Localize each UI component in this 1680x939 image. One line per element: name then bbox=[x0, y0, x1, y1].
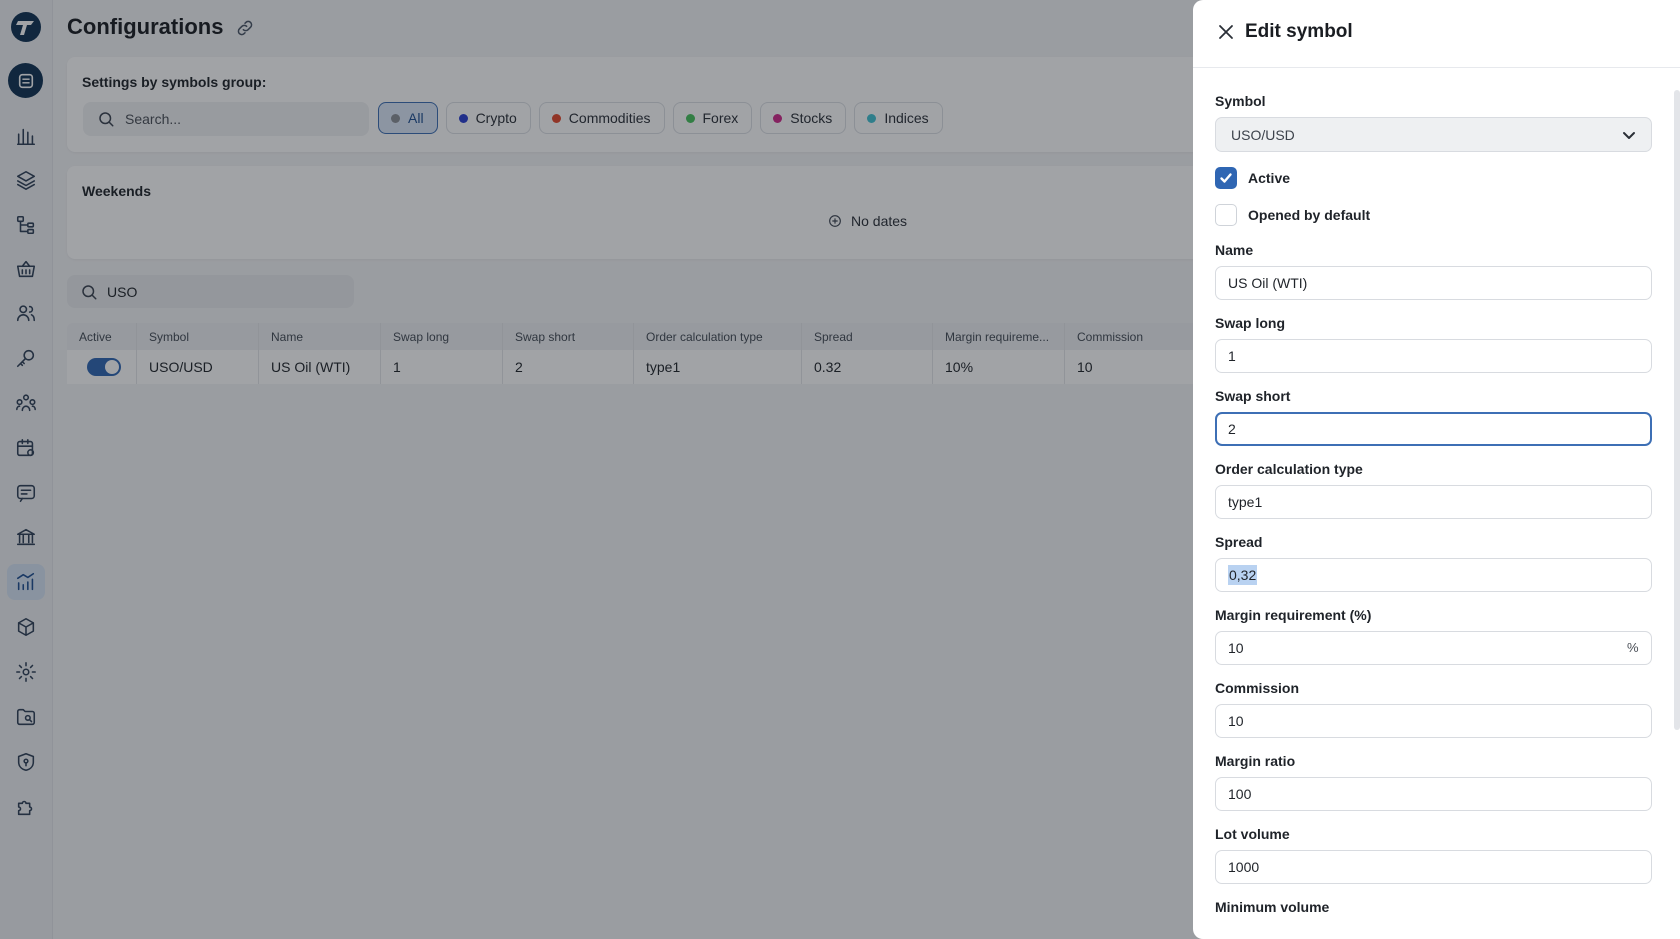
active-checkbox-row[interactable]: Active bbox=[1215, 167, 1290, 189]
order-type-input[interactable] bbox=[1215, 485, 1652, 519]
commission-input[interactable] bbox=[1215, 704, 1652, 738]
symbol-select[interactable]: USO/USD bbox=[1215, 117, 1652, 152]
swap-short-input[interactable] bbox=[1215, 412, 1652, 446]
order-type-label: Order calculation type bbox=[1215, 461, 1363, 477]
margin-requirement-label: Margin requirement (%) bbox=[1215, 607, 1372, 623]
drawer-scrollbar[interactable] bbox=[1674, 90, 1680, 730]
name-label: Name bbox=[1215, 242, 1254, 258]
percent-suffix: % bbox=[1627, 640, 1639, 655]
margin-requirement-input[interactable] bbox=[1215, 631, 1652, 665]
chevron-down-icon bbox=[1622, 128, 1636, 142]
lot-volume-input[interactable] bbox=[1215, 850, 1652, 884]
check-icon bbox=[1220, 173, 1232, 183]
opened-default-label: Opened by default bbox=[1248, 207, 1371, 223]
active-checkbox-label: Active bbox=[1248, 170, 1291, 186]
drawer-header: Edit symbol bbox=[1193, 0, 1680, 68]
swap-long-label: Swap long bbox=[1215, 315, 1285, 331]
swap-short-label: Swap short bbox=[1215, 388, 1291, 404]
spread-input-value: 0,32 bbox=[1228, 565, 1258, 585]
margin-ratio-label: Margin ratio bbox=[1215, 753, 1296, 769]
active-checkbox[interactable] bbox=[1215, 167, 1237, 189]
name-input[interactable] bbox=[1215, 266, 1652, 300]
margin-ratio-input[interactable] bbox=[1215, 777, 1652, 811]
spread-input[interactable] bbox=[1215, 558, 1652, 592]
minimum-volume-label: Minimum volume bbox=[1215, 899, 1330, 915]
commission-label: Commission bbox=[1215, 680, 1300, 696]
spread-label: Spread bbox=[1215, 534, 1263, 550]
opened-default-checkbox-row[interactable]: Opened by default bbox=[1215, 204, 1370, 226]
symbol-label: Symbol bbox=[1215, 93, 1266, 109]
swap-long-input[interactable] bbox=[1215, 339, 1652, 373]
close-icon[interactable] bbox=[1217, 23, 1235, 41]
lot-volume-label: Lot volume bbox=[1215, 826, 1290, 842]
symbol-select-value: USO/USD bbox=[1231, 126, 1295, 143]
edit-symbol-drawer: Edit symbol Symbol USO/USD Active Opened… bbox=[1193, 0, 1680, 939]
opened-default-checkbox[interactable] bbox=[1215, 204, 1237, 226]
drawer-title: Edit symbol bbox=[1245, 21, 1353, 42]
